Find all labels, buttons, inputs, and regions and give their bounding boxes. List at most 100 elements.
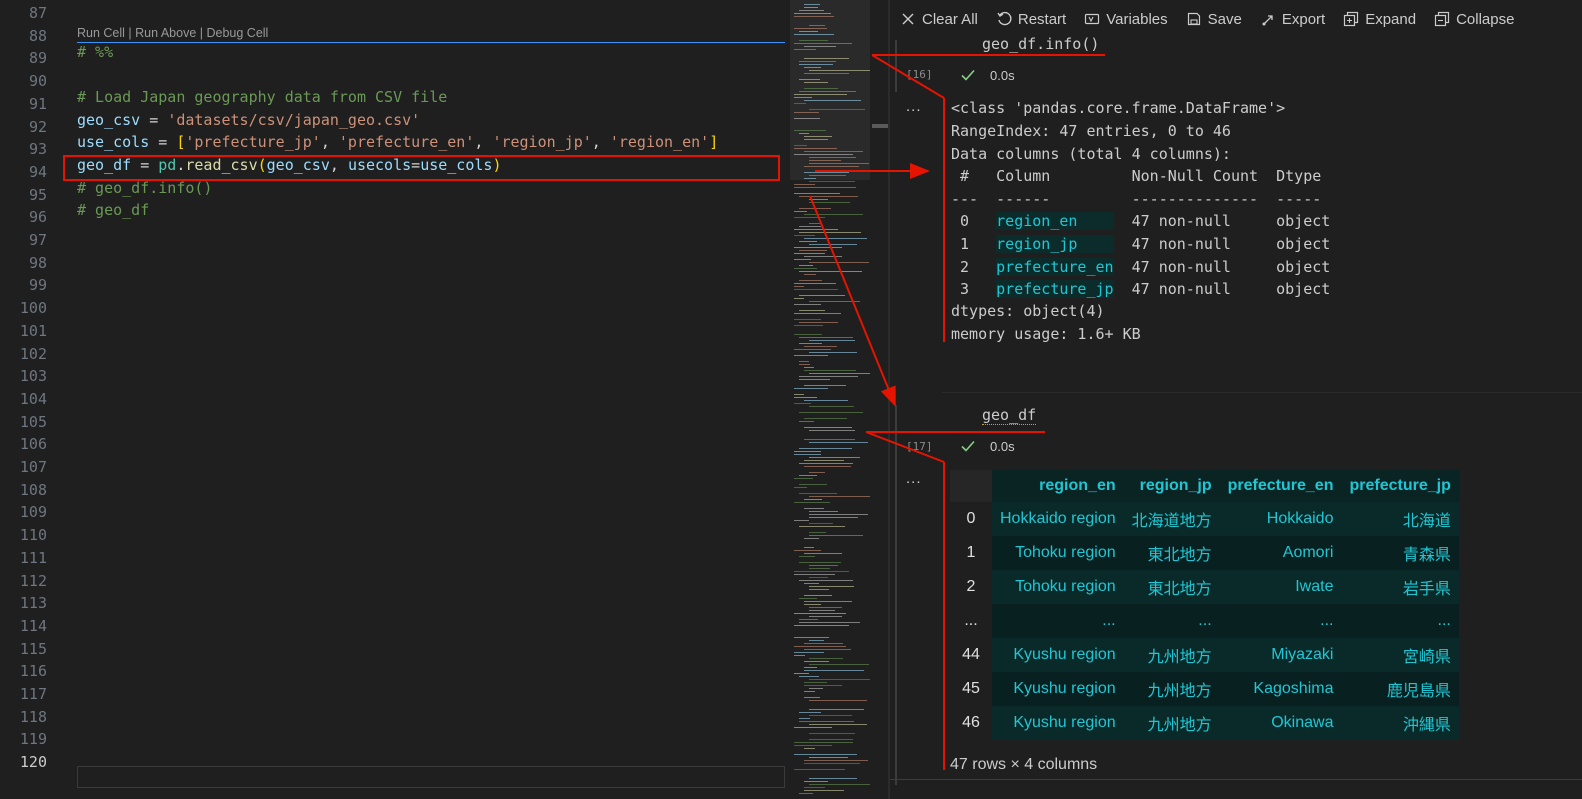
table-cell: 鹿児島県 <box>1341 672 1459 706</box>
variable-token: geo_csv <box>77 111 141 129</box>
export-button[interactable]: Export <box>1260 11 1325 28</box>
codelens-actions[interactable]: Run Cell | Run Above | Debug Cell <box>77 26 268 40</box>
cell-16-output-header: # Column Non-Null Count Dtype <box>951 167 1331 185</box>
minimap-slider[interactable] <box>790 0 870 180</box>
minimap-line <box>794 388 828 389</box>
minimap-line <box>799 619 818 620</box>
minimap-line <box>799 280 822 281</box>
minimap-line <box>799 676 819 677</box>
cell-17-execution-time: 0.0s <box>990 439 1015 454</box>
minimap-line <box>804 256 842 257</box>
minimap-line <box>804 82 828 83</box>
minimap-line <box>804 88 838 89</box>
save-icon <box>1186 11 1202 27</box>
collapse-button[interactable]: Collapse <box>1434 11 1514 28</box>
minimap-line <box>794 325 823 326</box>
minimap-line <box>794 148 837 149</box>
cell-17-execution-count: [17] <box>906 440 933 453</box>
line-number: 90 <box>28 72 47 91</box>
cell-16-output-more-button[interactable]: ... <box>906 98 922 115</box>
variables-button[interactable]: Variables <box>1084 10 1168 28</box>
info-row: 0 region_en 47 non-null object <box>951 210 1330 233</box>
minimap-line <box>804 346 837 347</box>
variables-icon <box>1084 11 1100 27</box>
table-cell: 東北地方 <box>1123 536 1220 570</box>
table-cell: Aomori <box>1219 536 1342 570</box>
line-number: 89 <box>28 49 47 68</box>
minimap-line <box>804 238 867 239</box>
code-line-90[interactable]: # Load Japan geography data from CSV fil… <box>77 86 447 109</box>
cell-16-input[interactable]: geo_df.info() <box>982 35 1099 53</box>
code-editor[interactable]: 87 88 89 90 91 92 93 94 95 96 97 98 99 100 101 102 103 10… <box>0 0 795 799</box>
table-cell: Kyushu region <box>992 638 1124 672</box>
cell-separator <box>77 42 785 43</box>
save-label: Save <box>1207 10 1242 28</box>
minimap-line <box>804 4 820 5</box>
minimap-line <box>794 184 815 185</box>
minimap-line <box>799 310 825 311</box>
minimap-line <box>799 475 817 476</box>
line-number: 95 <box>28 185 47 204</box>
minimap-line <box>809 616 842 617</box>
line-number: 115 <box>19 639 47 658</box>
minimap-line <box>799 40 828 41</box>
minimap-line <box>809 568 830 569</box>
editor-scrollbar[interactable] <box>872 0 888 799</box>
line-number: 114 <box>19 616 47 635</box>
table-cell: 岩手県 <box>1341 570 1459 604</box>
code-line-88[interactable]: # %% <box>77 41 113 64</box>
minimap-line <box>809 262 869 263</box>
minimap-line <box>799 337 853 338</box>
minimap-line <box>804 748 815 749</box>
minimap-line <box>809 610 835 611</box>
minimap-line <box>804 178 816 179</box>
code-line-92[interactable]: use_cols = ['prefecture_jp', 'prefecture… <box>77 131 718 154</box>
minimap-line <box>794 403 811 404</box>
variables-label: Variables <box>1106 10 1168 28</box>
line-number: 101 <box>19 321 47 340</box>
minimap-line <box>804 763 860 764</box>
minimap-line <box>799 295 845 296</box>
minimap-line <box>794 478 813 479</box>
table-cell: Okinawa <box>1219 706 1342 740</box>
minimap-line <box>804 67 821 68</box>
restart-button[interactable]: Restart <box>996 11 1066 28</box>
dataframe-shape: 47 rows × 4 columns <box>950 756 1098 773</box>
minimap[interactable] <box>790 0 870 799</box>
expand-button[interactable]: Expand <box>1343 11 1416 28</box>
success-check-icon <box>960 438 976 454</box>
highlight-annotation-box <box>63 155 780 181</box>
comma-token: , <box>474 133 493 151</box>
cell-16-output-dtypes: dtypes: object(4) <box>951 302 1105 320</box>
minimap-line <box>794 289 838 290</box>
minimap-line <box>794 520 809 521</box>
line-number: 88 <box>28 26 47 45</box>
code-line-95[interactable]: # geo_df <box>77 199 149 222</box>
minimap-line <box>799 376 858 377</box>
minimap-line <box>794 355 828 356</box>
cell-16-output-line: <class 'pandas.core.frame.DataFrame'> <box>951 99 1286 117</box>
minimap-line <box>799 322 838 323</box>
string-token: 'prefecture_jp' <box>185 133 321 151</box>
minimap-line <box>809 640 824 641</box>
string-token: 'region_en' <box>609 133 710 151</box>
minimap-line <box>809 514 868 515</box>
cell-17-output-more-button[interactable]: ... <box>906 470 922 487</box>
clear-all-button[interactable]: Clear All <box>900 11 978 28</box>
minimap-line <box>799 484 827 485</box>
scrollbar-thumb[interactable] <box>872 124 888 128</box>
minimap-line <box>794 571 849 572</box>
minimap-line <box>804 385 846 386</box>
minimap-line <box>809 757 848 758</box>
minimap-line <box>809 607 842 608</box>
column-header: prefecture_jp <box>1341 470 1459 502</box>
minimap-line <box>804 685 842 686</box>
minimap-line <box>809 406 854 407</box>
table-cell: 東北地方 <box>1123 570 1220 604</box>
save-button[interactable]: Save <box>1186 11 1242 28</box>
cell-17-input[interactable]: geo_df <box>982 406 1037 425</box>
code-line-91[interactable]: geo_csv = 'datasets/csv/japan_geo.csv' <box>77 109 420 132</box>
minimap-line <box>804 781 828 782</box>
table-cell: Hokkaido <box>1219 502 1342 536</box>
minimap-line <box>804 274 816 275</box>
